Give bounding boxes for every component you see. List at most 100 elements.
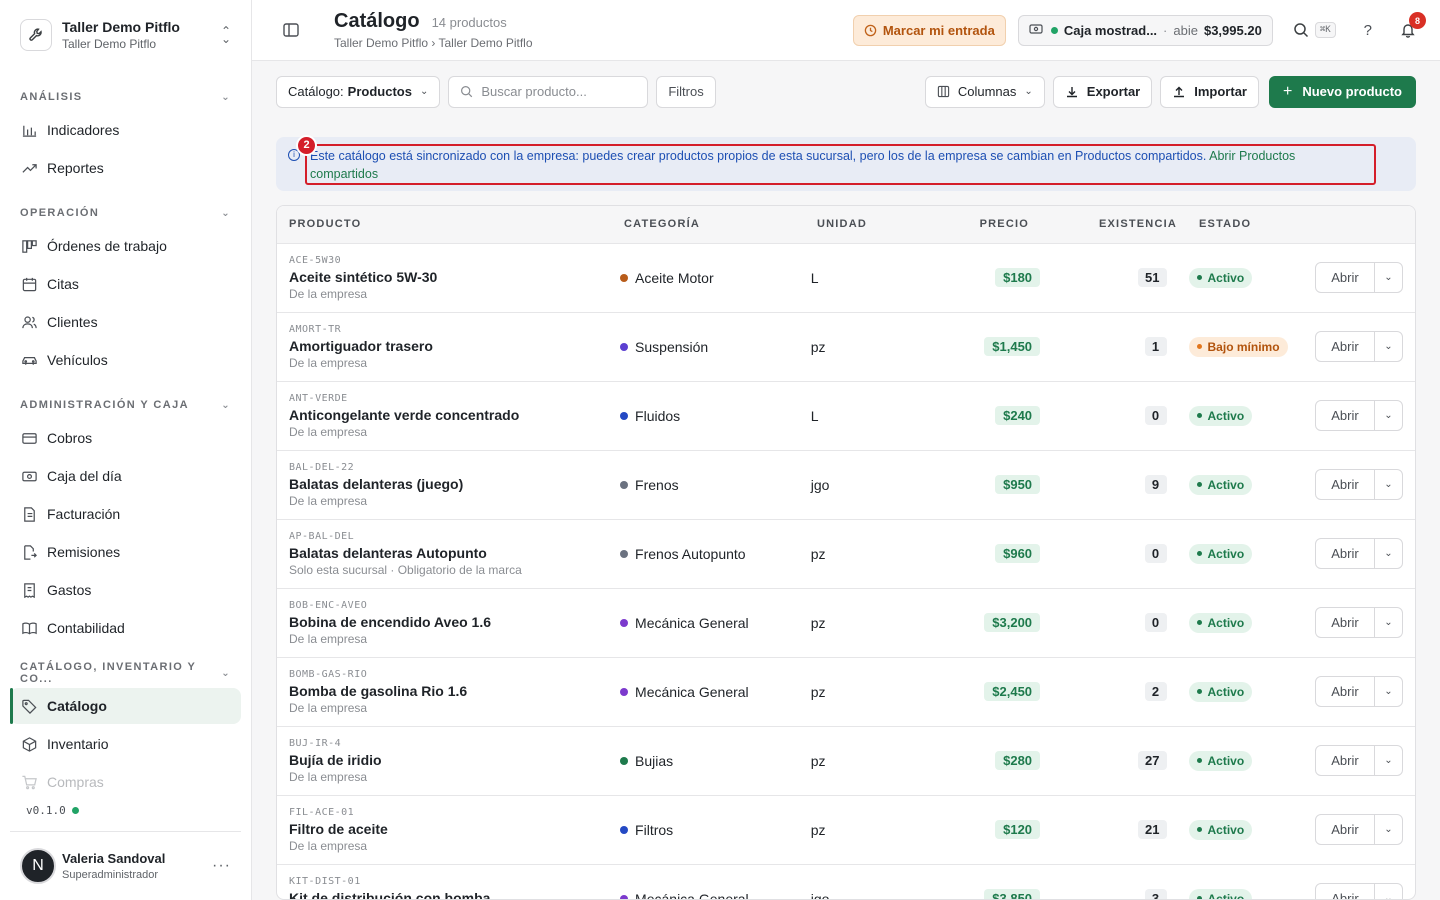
sidebar-item-2-1[interactable]: Clientes <box>10 304 241 340</box>
open-button[interactable]: Abrir <box>1316 470 1374 499</box>
row-actions: Abrir ⌄ <box>1315 400 1403 432</box>
sidebar-item-4-2[interactable]: Gastos <box>10 572 241 608</box>
chevron-down-icon[interactable]: ⌄ <box>1374 746 1402 776</box>
col-price[interactable]: PRECIO <box>907 218 1049 230</box>
status-label: Activo <box>1207 891 1245 900</box>
product-name: Balatas delanteras (juego) <box>289 475 464 492</box>
new-product-button[interactable]: + Nuevo producto <box>1268 75 1416 108</box>
sidebar-item-2-3[interactable]: Compras <box>10 764 241 800</box>
category-dot <box>620 756 629 765</box>
sidebar-item-3-1[interactable]: Vehículos <box>10 342 241 378</box>
sidebar-item-3-2[interactable]: Remisiones <box>10 534 241 570</box>
clock-icon <box>864 24 877 37</box>
sidebar-section-3[interactable]: CATÁLOGO, INVENTARIO Y CO... ⌄ <box>0 661 251 685</box>
sidebar-item-2-2[interactable]: Facturación <box>10 496 241 532</box>
chevron-down-icon[interactable]: ⌄ <box>1374 401 1402 431</box>
open-button[interactable]: Abrir <box>1316 677 1374 706</box>
export-button[interactable]: Exportar <box>1052 75 1153 108</box>
status-dot <box>1196 482 1202 488</box>
price-badge: $280 <box>995 751 1041 771</box>
status-dot <box>1196 551 1202 557</box>
search-icon[interactable] <box>1293 22 1309 38</box>
mark-entry-button[interactable]: Marcar mi entrada <box>852 14 1006 46</box>
stock-badge: 9 <box>1144 475 1167 495</box>
status-label: Activo <box>1207 477 1245 492</box>
sidebar-section-0[interactable]: ANÁLISIS ⌄ <box>0 87 251 107</box>
col-product[interactable]: PRODUCTO <box>277 218 624 230</box>
table-row[interactable]: AP-BAL-DEL Balatas delanteras Autopunto So… <box>277 520 1415 589</box>
table-row[interactable]: BUJ-IR-4 Bujía de iridio De la empresa Buji… <box>277 727 1415 796</box>
chevron-down-icon[interactable]: ⌄ <box>1374 815 1402 845</box>
open-button[interactable]: Abrir <box>1316 401 1374 430</box>
category-dot <box>620 618 629 627</box>
search-input[interactable]: Buscar producto... <box>448 75 649 108</box>
section-title: ADMINISTRACIÓN Y CAJA <box>20 399 189 411</box>
sidebar-item-0-0[interactable]: Indicadores <box>10 112 241 148</box>
sidebar-item-label: Compras <box>47 774 104 790</box>
table-row[interactable]: BOB-ENC-AVEO Bobina de encendido Aveo 1.6… <box>277 589 1415 658</box>
sidebar-item-label: Vehículos <box>47 352 108 368</box>
open-button[interactable]: Abrir <box>1316 332 1374 361</box>
col-category[interactable]: CATEGORÍA <box>624 218 817 230</box>
table-row[interactable]: ACE-5W30 Aceite sintético 5W-30 De la empr… <box>277 244 1415 313</box>
table-row[interactable]: AMORT-TR Amortiguador trasero De la empres… <box>277 313 1415 382</box>
sidebar-section-1[interactable]: OPERACIÓN ⌄ <box>0 203 251 223</box>
columns-button[interactable]: Columnas ⌄ <box>924 75 1045 108</box>
sidebar-item-0-3[interactable]: Catálogo <box>10 688 241 724</box>
status-badge: Activo <box>1188 405 1253 426</box>
trend-icon <box>20 159 38 177</box>
chevron-down-icon[interactable]: ⌄ <box>1374 332 1402 362</box>
col-stock[interactable]: EXISTENCIA <box>1049 218 1177 230</box>
filters-button[interactable]: Filtros <box>656 75 716 108</box>
org-switcher[interactable]: Taller Demo Pitflo Taller Demo Pitflo ⌃ ⌄ <box>0 0 251 70</box>
org-name: Taller Demo Pitflo <box>62 19 180 35</box>
help-icon[interactable]: ? <box>1364 22 1372 39</box>
chevron-down-icon[interactable]: ⌄ <box>1374 263 1402 293</box>
bell-icon[interactable]: 8 <box>1400 12 1426 38</box>
table-row[interactable]: BOMB-GAS-RIO Bomba de gasolina Rio 1.6 De … <box>277 658 1415 727</box>
table-row[interactable]: ANT-VERDE Anticongelante verde concentrad… <box>277 382 1415 451</box>
sidebar-item-1-1[interactable]: Citas <box>10 266 241 302</box>
more-icon[interactable]: ··· <box>212 857 231 875</box>
col-unit[interactable]: UNIDAD <box>817 218 907 230</box>
open-button[interactable]: Abrir <box>1316 608 1374 637</box>
open-button[interactable]: Abrir <box>1316 263 1374 292</box>
kanban-icon <box>20 237 38 255</box>
row-actions: Abrir ⌄ <box>1315 676 1403 708</box>
col-state[interactable]: ESTADO <box>1177 218 1327 230</box>
status-dot <box>1196 896 1202 899</box>
sidebar-item-1-2[interactable]: Caja del día <box>10 458 241 494</box>
table-row[interactable]: BAL-DEL-22 Balatas delanteras (juego) De l… <box>277 451 1415 520</box>
chevron-down-icon[interactable]: ⌄ <box>1374 539 1402 569</box>
user-card[interactable]: N Valeria Sandoval Superadministrador ··… <box>10 831 241 900</box>
sidebar-item-1-0[interactable]: Reportes <box>10 150 241 186</box>
open-button[interactable]: Abrir <box>1316 539 1374 568</box>
product-name: Kit de distribución con bomba <box>289 889 491 900</box>
status-dot <box>1196 275 1202 281</box>
table-row[interactable]: FIL-ACE-01 Filtro de aceite De la empresa F… <box>277 796 1415 865</box>
sidebar-toggle-icon[interactable] <box>282 20 302 40</box>
sidebar-item-label: Catálogo <box>47 698 107 714</box>
open-button[interactable]: Abrir <box>1316 746 1374 775</box>
col-price-label: PRECIO <box>979 218 1029 231</box>
category-label: Mecánica General <box>635 890 749 900</box>
sidebar-item-label: Gastos <box>47 582 92 598</box>
status-label: Activo <box>1207 546 1245 561</box>
catalog-selector[interactable]: Catálogo: Productos ⌄ <box>276 75 441 108</box>
open-button[interactable]: Abrir <box>1316 815 1374 844</box>
chevron-down-icon[interactable]: ⌄ <box>1374 470 1402 500</box>
sidebar-item-0-1[interactable]: Órdenes de trabajo <box>10 228 241 264</box>
sidebar-item-5-2[interactable]: Contabilidad <box>10 610 241 646</box>
breadcrumb[interactable]: Taller Demo Pitflo › Taller Demo Pitflo <box>334 36 853 50</box>
sidebar-section-2[interactable]: ADMINISTRACIÓN Y CAJA ⌄ <box>0 395 251 415</box>
category-label: Bujias <box>635 752 674 769</box>
cash-register-selector[interactable]: Caja mostrad... · abie $3,995.20 <box>1017 14 1273 46</box>
sidebar-item-0-2[interactable]: Cobros <box>10 420 241 456</box>
sidebar-item-1-3[interactable]: Inventario <box>10 726 241 762</box>
table-row[interactable]: KIT-DIST-01 Kit de distribución con bomba… <box>277 865 1415 900</box>
chevron-down-icon[interactable]: ⌄ <box>1374 608 1402 638</box>
chevron-down-icon[interactable]: ⌄ <box>1374 884 1402 899</box>
import-button[interactable]: Importar <box>1160 75 1259 108</box>
open-button[interactable]: Abrir <box>1316 884 1374 899</box>
chevron-down-icon[interactable]: ⌄ <box>1374 677 1402 707</box>
